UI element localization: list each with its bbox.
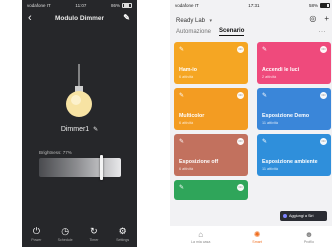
add-to-siri-button[interactable]: Aggiungi a Siri [280, 211, 327, 221]
scene-task-count: 6 attività [179, 121, 194, 125]
status-bar: vodafone IT 11:07 86% [22, 0, 137, 11]
power-button[interactable]: ⏻ Power [24, 226, 48, 242]
scene-title: Esposizione Demo [262, 113, 310, 119]
scene-task-count: 11 attività [262, 167, 278, 171]
device-name: Dimmer1 ✎ [22, 126, 137, 133]
carrier-label: vodafone IT [27, 3, 51, 8]
smart-icon: ✺ [253, 229, 261, 239]
page-title: Modulo Dimmer [54, 14, 105, 22]
scan-icon[interactable]: ◎ [309, 14, 316, 23]
scene-wand-icon: ✎ [179, 139, 185, 145]
edit-icon[interactable]: ✎ [123, 13, 130, 22]
add-to-siri-label: Aggiungi a Siri [289, 214, 314, 218]
scene-card[interactable]: ✎ ••• Esposizione ambiente 11 attività [257, 134, 331, 176]
home-name: Ready Lab [176, 18, 206, 24]
chevron-down-icon: ▾ [209, 18, 212, 24]
scene-more-icon[interactable]: ••• [237, 46, 244, 53]
settings-label: Settings [116, 238, 130, 242]
battery-icon [122, 2, 132, 9]
device-name-label: Dimmer1 [60, 126, 90, 133]
scene-more-icon[interactable]: ••• [237, 138, 244, 145]
scene-wand-icon: ✎ [262, 139, 268, 145]
scene-task-count: 6 attività [179, 167, 194, 171]
scene-more-icon[interactable]: ••• [320, 46, 327, 53]
timer-button[interactable]: ↻ Timer [82, 226, 106, 242]
scene-card[interactable]: ✎ ••• Esposizione off 6 attività [174, 134, 248, 176]
smart-scenes-screen: vodafone IT 17:31 58% Ready Lab ▾ ◎ + Au… [170, 0, 332, 247]
nav-home-label: La mia casa [190, 239, 211, 244]
scene-wand-icon: ✎ [179, 47, 185, 53]
scene-card[interactable]: ✎ ••• Multicolor 6 attività [174, 88, 248, 130]
timer-label: Timer [89, 238, 99, 242]
profile-icon: ☻ [304, 229, 314, 239]
scene-wand-icon: ✎ [179, 185, 185, 191]
nav-profile[interactable]: ☻ Profilo [304, 230, 314, 244]
clock-label: 11:07 [75, 3, 87, 8]
scene-more-icon[interactable]: ••• [320, 138, 327, 145]
battery-label: 86% [110, 3, 120, 8]
scene-more-icon[interactable]: ••• [320, 92, 327, 99]
bulb-icon [66, 64, 92, 117]
more-icon[interactable]: ··· [319, 29, 327, 35]
control-bar: ⏻ Power ◷ Schedule ↻ Timer ⚙ Settings [22, 226, 137, 242]
siri-icon [283, 214, 287, 218]
nav-bar: ‹ Modulo Dimmer ✎ [22, 11, 137, 25]
clock-icon: ◷ [61, 226, 70, 236]
scene-title: Ham-io [179, 67, 197, 73]
scene-wand-icon: ✎ [262, 47, 268, 53]
nav-home[interactable]: ⌂ La mia casa [191, 230, 210, 244]
brightness-label: Brightness: 77% [39, 150, 72, 155]
scene-card[interactable]: ✎ ••• [174, 180, 248, 200]
scene-task-count: 2 attività [262, 75, 277, 79]
schedule-button[interactable]: ◷ Schedule [53, 226, 77, 242]
battery-label: 58% [308, 3, 318, 8]
scene-task-count: 11 attività [262, 121, 278, 125]
scene-title: Esposizione off [179, 159, 219, 165]
scene-wand-icon: ✎ [179, 93, 185, 99]
home-icon: ⌂ [198, 229, 204, 239]
battery-icon [319, 2, 330, 9]
scene-title: Accendi le luci [262, 67, 300, 73]
power-label: Power [31, 238, 42, 242]
brightness-slider[interactable] [39, 155, 121, 180]
dimmer-screen: vodafone IT 11:07 86% ‹ Modulo Dimmer ✎ … [22, 0, 137, 247]
schedule-label: Schedule [57, 238, 73, 242]
timer-icon: ↻ [90, 226, 98, 236]
scene-card[interactable]: ✎ ••• Esposizione Demo 11 attività [257, 88, 331, 130]
battery-indicator: 86% [110, 2, 132, 9]
back-icon[interactable]: ‹ [28, 12, 32, 24]
power-icon: ⏻ [32, 226, 40, 236]
battery-indicator: 58% [308, 2, 330, 9]
settings-button[interactable]: ⚙ Settings [111, 226, 135, 242]
scene-wand-icon: ✎ [262, 93, 268, 99]
scene-more-icon[interactable]: ••• [237, 184, 244, 191]
gear-icon: ⚙ [118, 226, 127, 236]
nav-smart[interactable]: ✺ Smart [252, 230, 262, 244]
scene-title: Esposizione ambiente [262, 159, 318, 165]
scene-task-count: 6 attività [179, 75, 194, 79]
nav-profile-label: Profilo [303, 239, 315, 244]
tab-bar: Automazione Scenario ··· [170, 25, 332, 38]
bottom-nav: ⌂ La mia casa ✺ Smart ☻ Profilo [170, 226, 332, 247]
scene-card[interactable]: ✎ ••• Accendi le luci 2 attività [257, 42, 331, 84]
scene-title: Multicolor [179, 113, 205, 119]
tab-automazione[interactable]: Automazione [176, 29, 211, 35]
carrier-label: vodafone IT [175, 3, 199, 8]
app-header: Ready Lab ▾ ◎ + [170, 11, 332, 25]
brightness-slider-thumb[interactable] [99, 155, 103, 180]
rename-icon[interactable]: ✎ [93, 127, 98, 133]
scene-card[interactable]: ✎ ••• Ham-io 6 attività [174, 42, 248, 84]
scene-more-icon[interactable]: ••• [237, 92, 244, 99]
add-icon[interactable]: + [324, 14, 329, 23]
clock-label: 17:31 [248, 3, 260, 8]
tab-scenario[interactable]: Scenario [219, 28, 245, 36]
nav-smart-label: Smart [252, 239, 262, 244]
